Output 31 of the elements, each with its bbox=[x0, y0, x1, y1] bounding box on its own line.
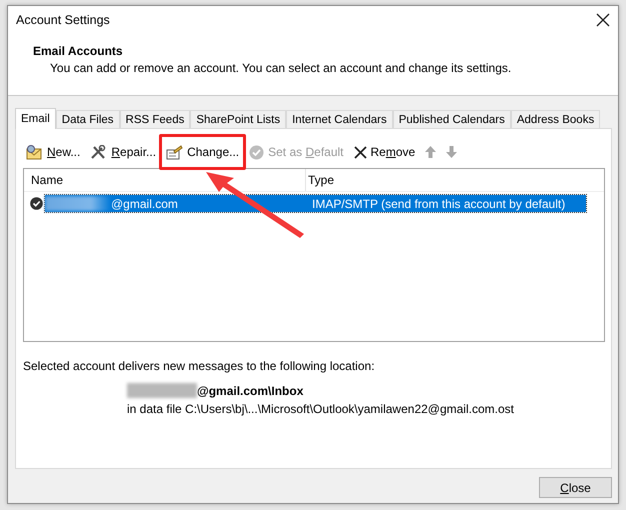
close-icon[interactable] bbox=[596, 13, 610, 27]
down-arrow-icon bbox=[446, 146, 458, 158]
toolbar-button[interactable]: Remove bbox=[350, 142, 418, 162]
account-row[interactable]: @gmail.com IMAP/SMTP (send from this account by default) bbox=[45, 195, 586, 212]
tab[interactable]: Data Files bbox=[56, 110, 120, 128]
toolbar-button[interactable]: New... bbox=[23, 142, 84, 162]
tab[interactable]: Internet Calendars bbox=[286, 110, 393, 128]
inbox-path: @gmail.com\Inbox bbox=[197, 384, 304, 398]
delivery-caption: Selected account delivers new messages to the following location: bbox=[23, 359, 376, 373]
data-file-path: in data file C:\Users\bj\...\Microsoft\Outlook\yamilawen22@gmail.com.ost bbox=[127, 402, 515, 416]
tab[interactable]: Published Calendars bbox=[392, 110, 511, 128]
tools-icon bbox=[90, 144, 108, 160]
card-pencil-icon bbox=[166, 144, 184, 160]
tab[interactable]: SharePoint Lists bbox=[190, 110, 286, 128]
column-header[interactable]: Type bbox=[308, 173, 334, 187]
tab[interactable]: RSS Feeds bbox=[120, 110, 190, 128]
close-button[interactable]: Close bbox=[539, 477, 612, 498]
envelope-icon bbox=[26, 144, 43, 160]
tab[interactable]: Email bbox=[15, 108, 56, 129]
section-heading: Email Accounts bbox=[33, 44, 124, 58]
up-arrow-icon bbox=[425, 146, 436, 158]
account-type: IMAP/SMTP (send from this account by default) bbox=[311, 196, 566, 210]
account-name: @gmail.com bbox=[111, 196, 178, 210]
column-header[interactable]: Name bbox=[31, 173, 64, 187]
check-circle-icon bbox=[249, 144, 264, 160]
window-title: Account Settings bbox=[16, 13, 110, 27]
tab[interactable]: Address Books bbox=[510, 110, 600, 128]
close-icon bbox=[354, 146, 367, 158]
section-description: You can add or remove an account. You can select an account and change its settings. bbox=[49, 61, 512, 75]
toolbar-button[interactable]: Repair... bbox=[87, 142, 160, 162]
toolbar-button[interactable]: Change... bbox=[163, 142, 242, 162]
